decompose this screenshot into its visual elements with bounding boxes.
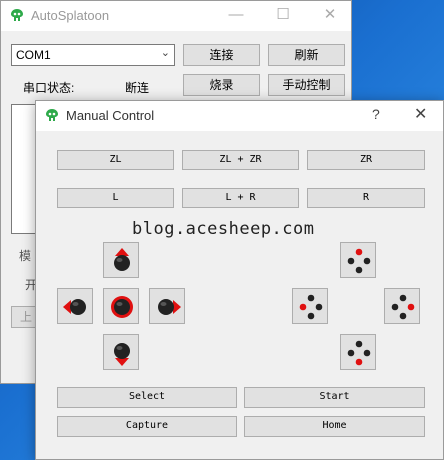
zl-zr-button[interactable]: ZL + ZR bbox=[182, 150, 299, 170]
refresh-button[interactable]: 刷新 bbox=[268, 44, 345, 66]
serial-status-value: 断连 bbox=[125, 81, 150, 95]
face-top-dot-icon bbox=[347, 248, 371, 274]
port-select[interactable]: COM1 ⌄ bbox=[11, 44, 175, 66]
connect-button[interactable]: 连接 bbox=[183, 44, 260, 66]
stick-right-button[interactable] bbox=[149, 288, 185, 324]
l-r-button[interactable]: L + R bbox=[182, 188, 299, 208]
stick-press-icon bbox=[111, 296, 133, 318]
capture-button[interactable]: Capture bbox=[57, 416, 237, 437]
stick-left-button[interactable] bbox=[57, 288, 93, 324]
dialog-title: Manual Control bbox=[66, 108, 155, 123]
port-select-value: COM1 bbox=[16, 48, 51, 62]
stick-left-icon bbox=[63, 299, 86, 315]
main-titlebar[interactable]: AutoSplatoon — ☐ ✕ bbox=[1, 1, 351, 31]
stick-down-button[interactable] bbox=[103, 334, 139, 370]
manual-control-button[interactable]: 手动控制 bbox=[268, 74, 345, 96]
face-left-dot-icon bbox=[299, 294, 323, 320]
serial-status-label: 串口状态: bbox=[23, 81, 75, 95]
zl-button[interactable]: ZL bbox=[57, 150, 174, 170]
app-icon bbox=[46, 109, 58, 121]
face-button-b[interactable] bbox=[340, 334, 376, 370]
face-button-x[interactable] bbox=[340, 242, 376, 278]
start-button[interactable]: Start bbox=[244, 387, 425, 408]
home-button[interactable]: Home bbox=[244, 416, 425, 437]
dialog-close-button[interactable]: ✕ bbox=[414, 104, 427, 124]
zr-button[interactable]: ZR bbox=[307, 150, 425, 170]
chevron-down-icon: ⌄ bbox=[160, 47, 170, 59]
main-window-title: AutoSplatoon bbox=[31, 8, 110, 23]
face-button-y[interactable] bbox=[292, 288, 328, 324]
stick-up-icon bbox=[114, 248, 130, 271]
maximize-button[interactable]: ☐ bbox=[260, 1, 306, 31]
face-bottom-dot-icon bbox=[347, 340, 371, 366]
r-button[interactable]: R bbox=[307, 188, 425, 208]
stick-up-button[interactable] bbox=[103, 242, 139, 278]
partial-label-1: 模 bbox=[19, 249, 32, 263]
face-button-a[interactable] bbox=[384, 288, 420, 324]
help-button[interactable]: ? bbox=[372, 106, 380, 122]
face-right-dot-icon bbox=[391, 294, 415, 320]
minimize-button[interactable]: — bbox=[213, 1, 259, 31]
stick-down-icon bbox=[114, 343, 130, 366]
select-button[interactable]: Select bbox=[57, 387, 237, 408]
app-icon bbox=[11, 9, 23, 21]
stick-right-icon bbox=[158, 299, 181, 315]
burn-button[interactable]: 烧录 bbox=[183, 74, 260, 96]
main-close-button[interactable]: ✕ bbox=[307, 1, 353, 31]
manual-control-dialog: Manual Control ? ✕ ZL ZL + ZR ZR L L + R… bbox=[35, 100, 444, 460]
dialog-titlebar[interactable]: Manual Control ? ✕ bbox=[36, 101, 443, 131]
l-button[interactable]: L bbox=[57, 188, 174, 208]
watermark-text: blog.acesheep.com bbox=[132, 219, 315, 239]
stick-press-button[interactable] bbox=[103, 288, 139, 324]
